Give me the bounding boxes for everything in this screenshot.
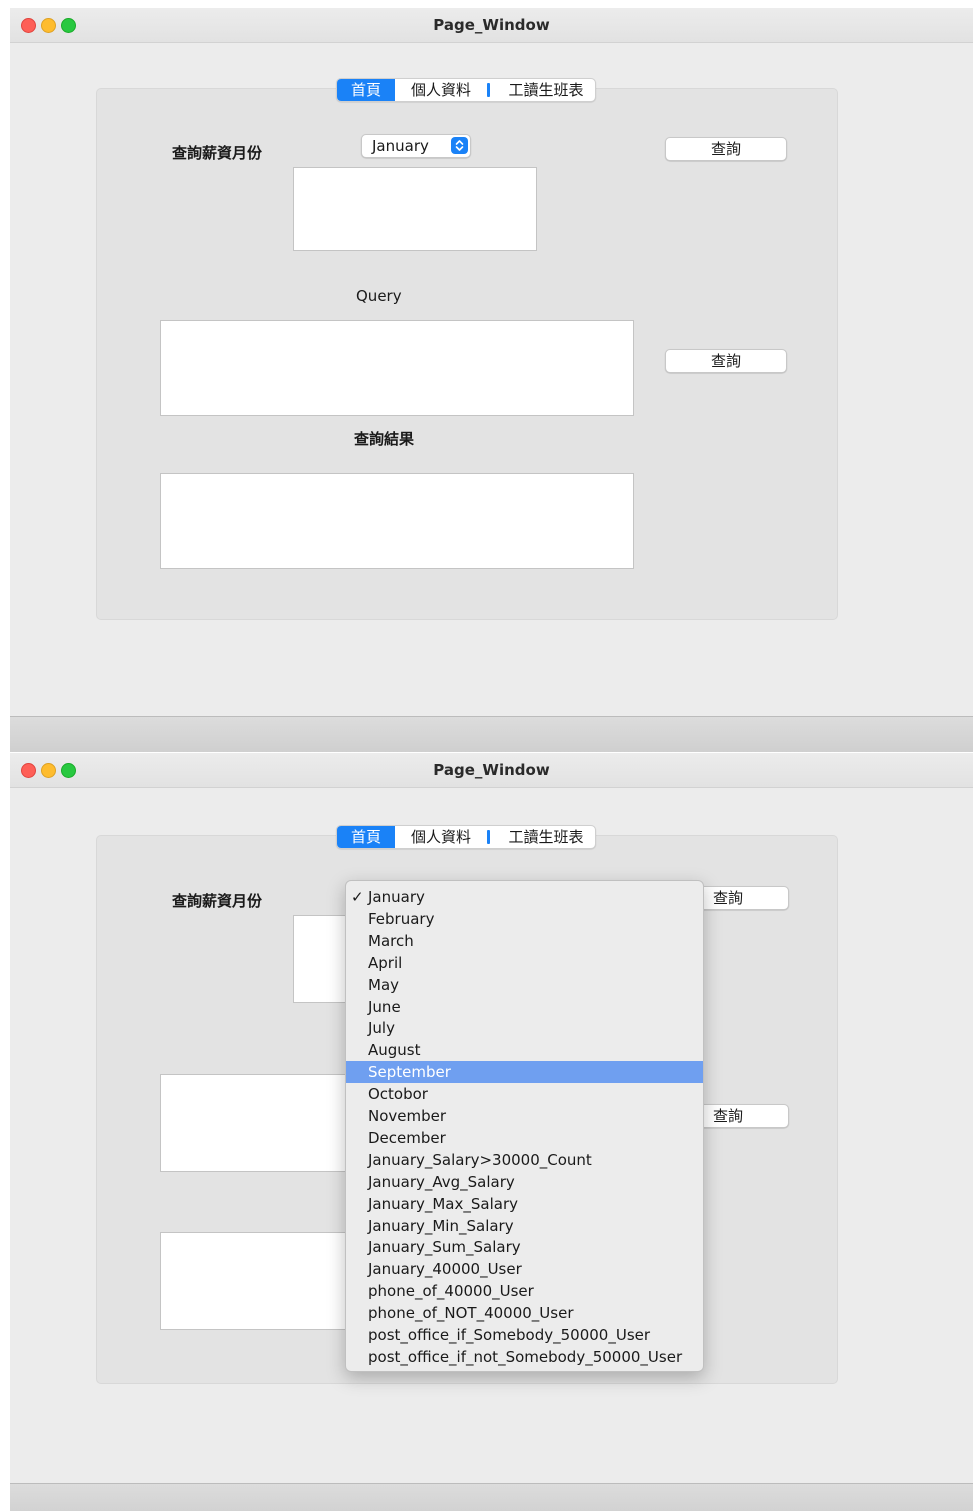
query-month-button[interactable]: 查詢 [665,137,787,161]
menu-option[interactable]: January_40000_User [346,1258,703,1280]
menu-option-label: phone_of_NOT_40000_User [368,1304,574,1323]
menu-option-label: December [368,1128,446,1147]
tab-home[interactable]: 首頁 [337,79,395,101]
query-result-box[interactable] [160,473,634,569]
checkmark-icon: ✓ [351,888,364,906]
menu-option-label: January_Salary>30000_Count [368,1150,592,1169]
menu-option-label: August [368,1041,421,1060]
menu-option-label: May [368,975,400,994]
page-window-dropdown-open: Page_Window 首頁 個人資料 工讀生班表 查詢薪資月份 查詢 查詢 ✓… [10,753,973,1511]
menu-option[interactable]: January_Max_Salary [346,1193,703,1215]
menu-option[interactable]: September [346,1061,703,1084]
menu-option[interactable]: July [346,1017,703,1039]
menu-option-label: phone_of_40000_User [368,1282,534,1301]
tab-bar: 首頁 個人資料 工讀生班表 [336,825,596,849]
menu-option[interactable]: January_Avg_Salary [346,1171,703,1193]
title-bar[interactable]: Page_Window [10,8,973,43]
menu-option-label: June [368,997,401,1016]
menu-option[interactable]: August [346,1039,703,1061]
menu-option-label: March [368,931,414,950]
month-result-box[interactable] [293,167,537,251]
menu-option-label: Octobor [368,1085,428,1104]
menu-option-label: January_Max_Salary [368,1194,518,1213]
screen: Page_Window 首頁 個人資料 工讀生班表 查詢薪資月份 January… [0,0,973,1511]
tab-student-schedule[interactable]: 工讀生班表 [497,79,595,101]
menu-option[interactable]: phone_of_NOT_40000_User [346,1302,703,1324]
select-arrows-icon [451,137,468,154]
menu-option[interactable]: June [346,996,703,1018]
menu-option[interactable]: March [346,930,703,952]
title-bar[interactable]: Page_Window [10,753,973,788]
menu-option-label: September [368,1063,451,1082]
menu-option-label: January_Min_Salary [368,1216,514,1235]
menu-option[interactable]: Octobor [346,1083,703,1105]
salary-month-label: 查詢薪資月份 [172,144,263,162]
menu-option[interactable]: May [346,974,703,996]
window-title: Page_Window [433,16,550,34]
menu-option[interactable]: ✓ January [346,886,703,908]
query-label: Query [356,287,402,305]
month-select[interactable]: January [361,134,471,158]
query-submit-button[interactable]: 查詢 [665,349,787,373]
menu-option-label: post_office_if_not_Somebody_50000_User [368,1347,683,1366]
menu-option[interactable]: phone_of_40000_User [346,1280,703,1302]
tab-bar: 首頁 個人資料 工讀生班表 [336,78,596,102]
menu-option-label: April [368,953,403,972]
menu-option-label: November [368,1107,447,1125]
page-window: Page_Window 首頁 個人資料 工讀生班表 查詢薪資月份 January… [10,8,973,752]
month-dropdown-menu: ✓ January February March April May June July Aug… [345,880,704,1372]
query-input[interactable] [160,320,634,416]
menu-option-label: January_Avg_Salary [368,1172,515,1191]
tab-separator [487,83,490,97]
menu-option[interactable]: February [346,908,703,930]
salary-month-label: 查詢薪資月份 [172,892,263,910]
menu-option[interactable]: December [346,1127,703,1149]
menu-option[interactable]: January_Salary>30000_Count [346,1149,703,1171]
menu-option-label: January_40000_User [368,1260,522,1279]
tab-separator [487,830,490,844]
menu-option[interactable]: post_office_if_not_Somebody_50000_User [346,1346,703,1368]
menu-option[interactable]: post_office_if_Somebody_50000_User [346,1324,703,1346]
menu-option-label: January_Sum_Salary [368,1238,521,1257]
window-bottom-bar [10,1483,973,1511]
month-select-value: January [372,137,429,155]
menu-option-label: July [368,1019,395,1038]
menu-option-label: January [368,888,425,906]
menu-option[interactable]: January_Min_Salary [346,1215,703,1237]
tab-personal-info[interactable]: 個人資料 [399,79,483,101]
menu-option[interactable]: November [346,1105,703,1127]
tab-personal-info[interactable]: 個人資料 [399,826,483,848]
tab-home[interactable]: 首頁 [337,826,395,848]
query-result-label: 查詢結果 [354,430,415,448]
menu-option-label: post_office_if_Somebody_50000_User [368,1326,651,1344]
menu-option[interactable]: January_Sum_Salary [346,1236,703,1258]
tab-student-schedule[interactable]: 工讀生班表 [497,826,595,848]
menu-option-label: February [368,909,435,928]
menu-option[interactable]: April [346,952,703,974]
window-bottom-bar [10,716,973,752]
window-title: Page_Window [433,761,550,779]
